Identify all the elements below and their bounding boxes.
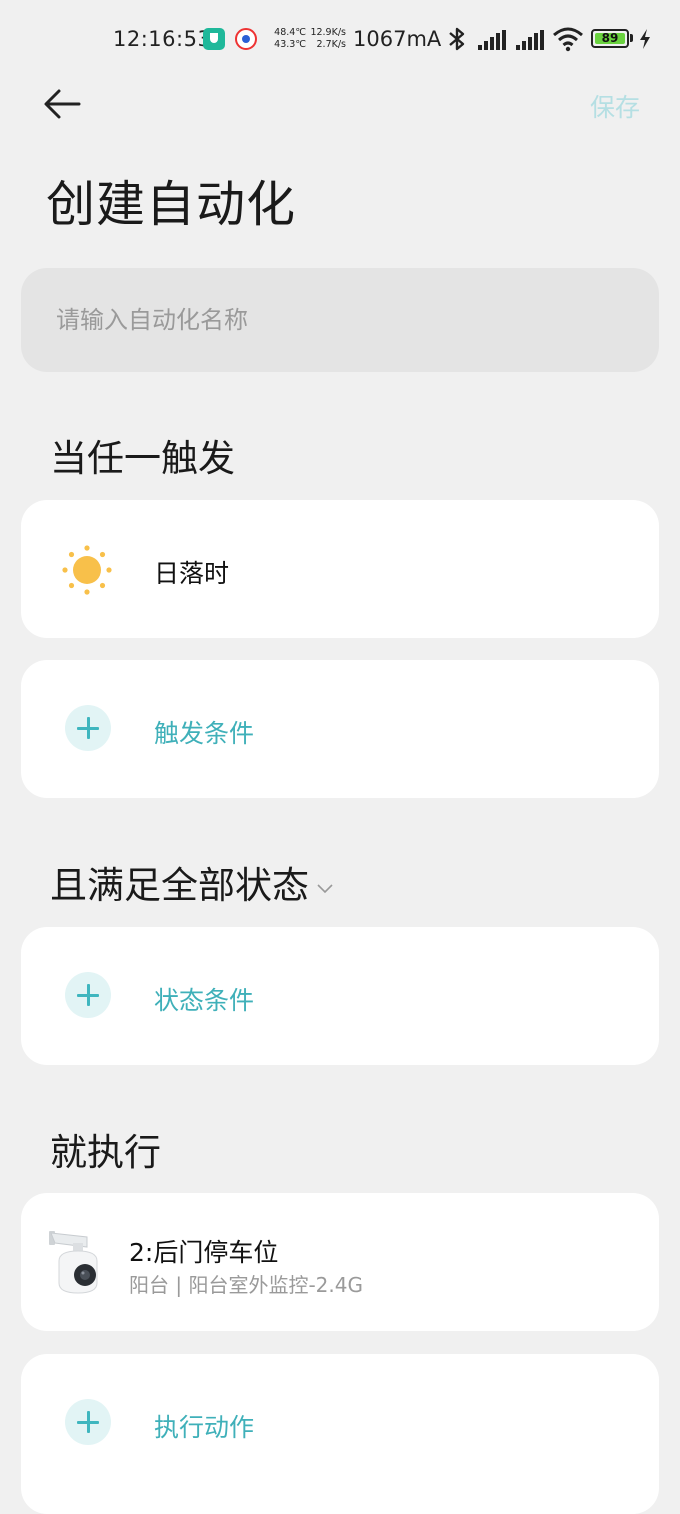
camera-icon [49, 1231, 98, 1294]
add-icon [65, 1399, 111, 1445]
add-action-button[interactable]: 执行动作 [21, 1354, 659, 1514]
device-name: 2:后门停车位 [129, 1238, 279, 1267]
save-button[interactable]: 保存 [590, 88, 640, 124]
add-condition-label: 状态条件 [154, 986, 255, 1015]
net-up: 12.9K/s [310, 27, 346, 38]
add-trigger-label: 触发条件 [154, 719, 255, 748]
trigger-item-sunset[interactable]: 日落时 [21, 500, 659, 638]
signal-icon [478, 30, 506, 50]
condition-section-heading[interactable]: 且满足全部状态 [50, 855, 333, 909]
add-condition-button[interactable]: 状态条件 [21, 927, 659, 1065]
add-icon [65, 705, 111, 751]
add-icon [65, 972, 111, 1018]
status-net-speed: 12.9K/s 2.7K/s [308, 27, 346, 51]
temp-top: 48.4℃ [274, 27, 306, 38]
charging-icon [640, 29, 650, 49]
chevron-down-icon [317, 883, 333, 893]
automation-name-input[interactable] [21, 268, 659, 372]
status-bar: 12:16:53 48.4℃ 43.3℃ 12.9K/s 2.7K/s 1067… [0, 0, 680, 80]
action-section-heading: 就执行 [50, 1131, 161, 1174]
trigger-section-heading: 当任一触发 [50, 437, 235, 480]
add-action-label: 执行动作 [154, 1413, 255, 1442]
action-item-device[interactable]: 2:后门停车位 阳台 | 阳台室外监控-2.4G [21, 1193, 659, 1331]
add-trigger-button[interactable]: 触发条件 [21, 660, 659, 798]
security-app-icon [203, 28, 225, 50]
temp-bottom: 43.3℃ [274, 39, 306, 50]
sun-icon [62, 545, 112, 595]
status-temperature: 48.4℃ 43.3℃ [270, 27, 306, 51]
wifi-icon [553, 27, 583, 52]
net-down: 2.7K/s [316, 39, 347, 50]
battery-icon: 89 [591, 29, 629, 48]
battery-tip [630, 34, 633, 42]
trigger-item-label: 日落时 [154, 559, 230, 588]
back-arrow-icon[interactable] [43, 86, 83, 122]
bluetooth-icon [449, 27, 465, 51]
signal-icon [516, 30, 544, 50]
status-current: 1067mA [353, 27, 442, 51]
notification-app-icon [235, 28, 257, 50]
condition-section-label: 且满足全部状态 [50, 864, 309, 907]
battery-level: 89 [601, 31, 619, 45]
status-time: 12:16:53 [113, 27, 212, 51]
device-location: 阳台 | 阳台室外监控-2.4G [129, 1273, 363, 1297]
page-title: 创建自动化 [46, 176, 297, 233]
